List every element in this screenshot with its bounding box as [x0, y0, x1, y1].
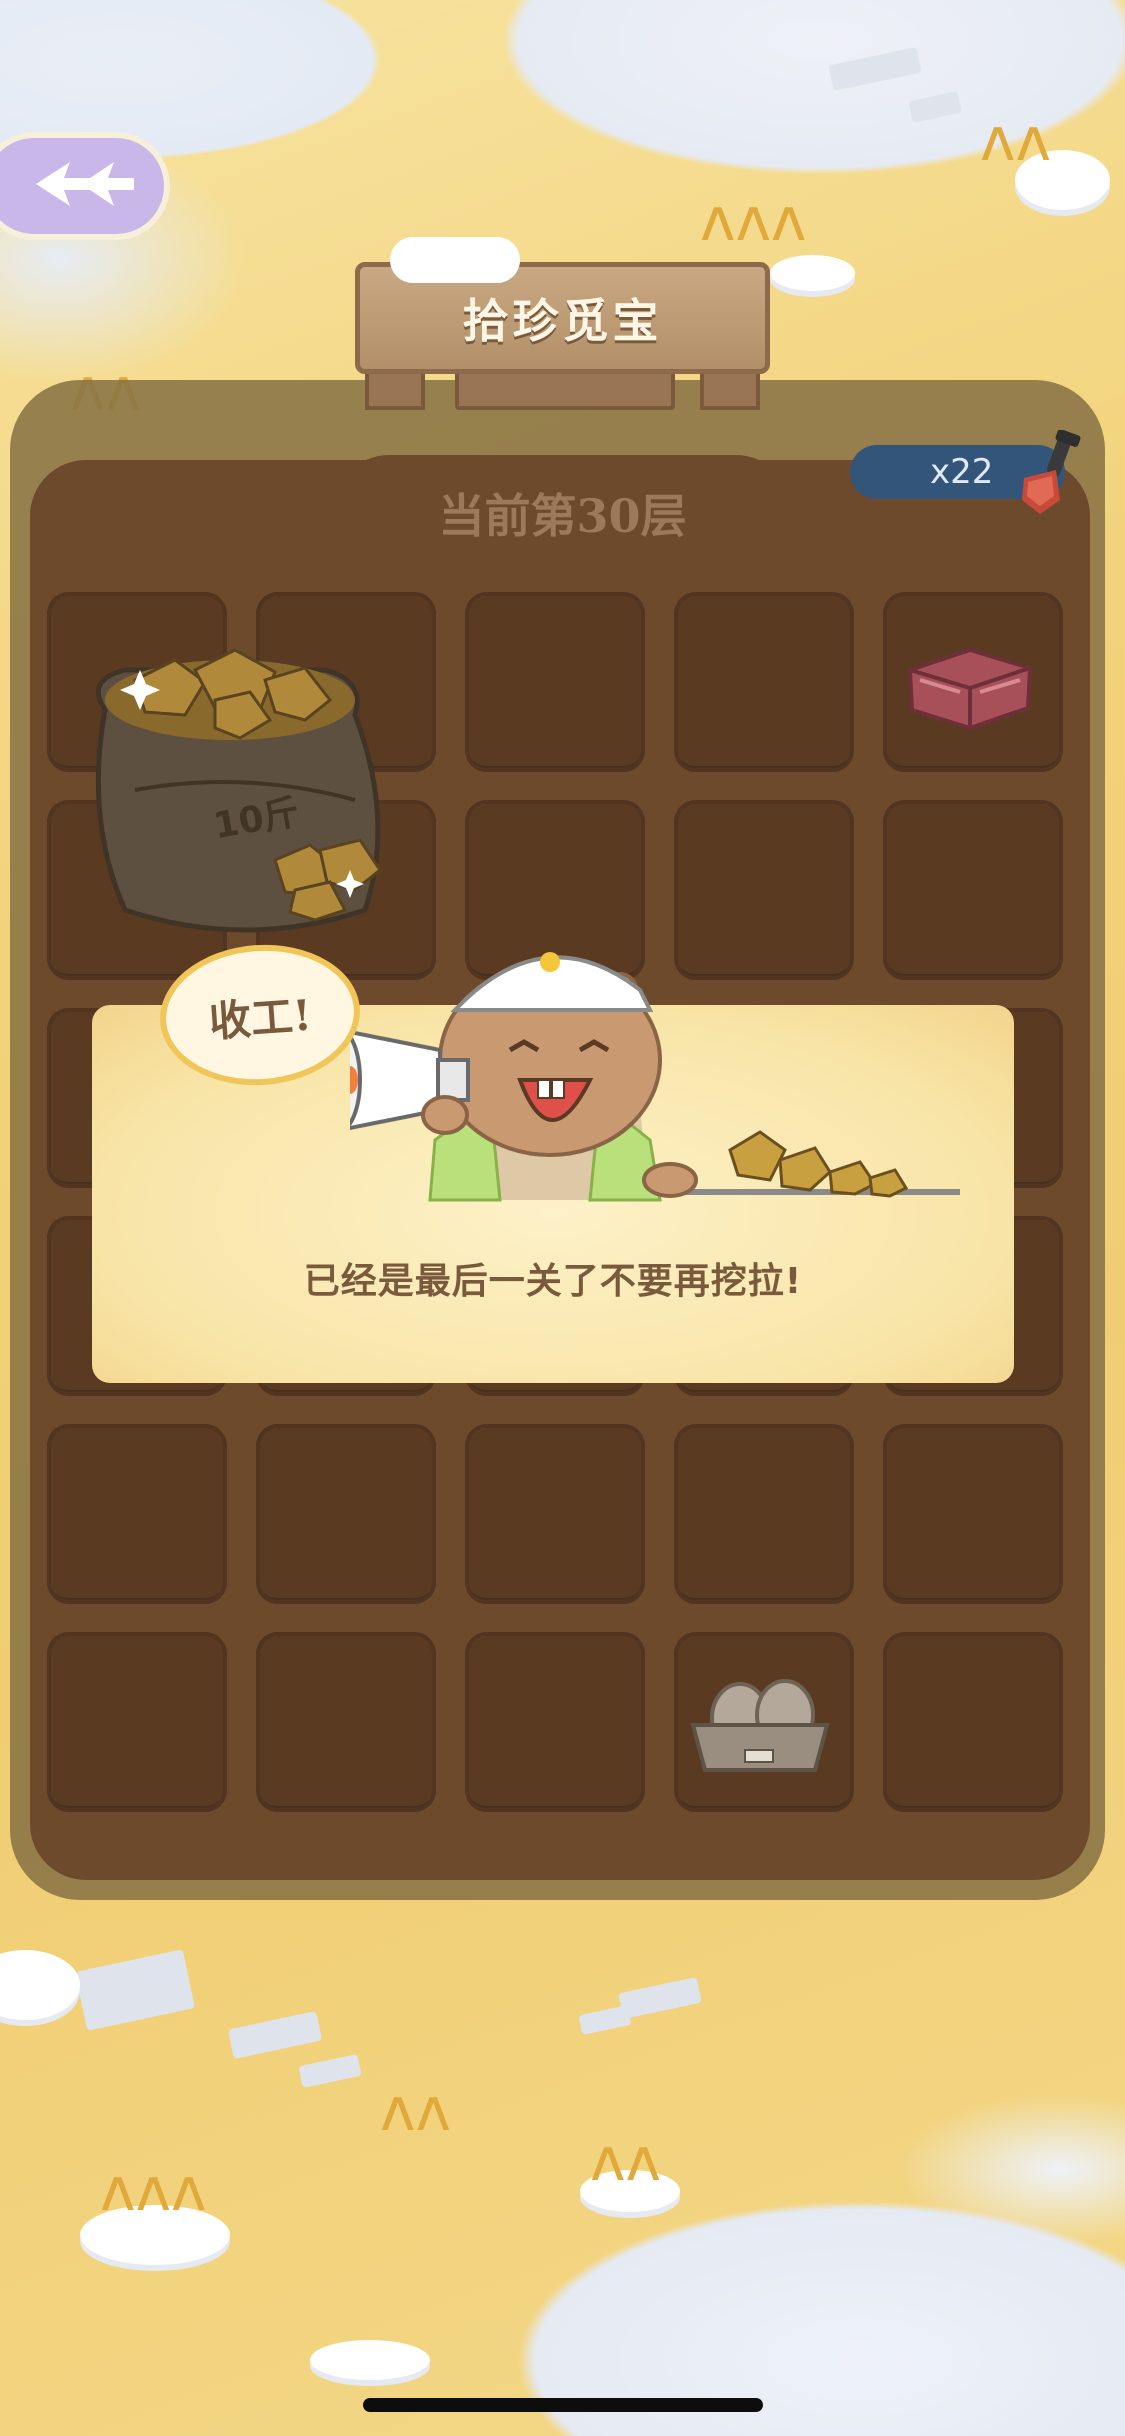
- grass-tuft-icon: ᴧᴧᴧ: [700, 185, 807, 255]
- back-button[interactable]: [0, 132, 170, 240]
- dig-cell[interactable]: [256, 1424, 436, 1604]
- gold-ore-sack-icon: 10斤: [65, 620, 425, 950]
- dig-cell[interactable]: [883, 1424, 1063, 1604]
- grass-tuft-icon: ᴧᴧ: [380, 2075, 452, 2145]
- dig-cell[interactable]: [465, 592, 645, 772]
- snow-puff: [310, 2340, 430, 2380]
- winged-arrow-back-icon: [10, 154, 140, 218]
- speech-bubble-text: 收工!: [207, 989, 314, 1047]
- grass-tuft-icon: ᴧᴧ: [980, 105, 1052, 175]
- dig-cell[interactable]: [465, 1632, 645, 1812]
- grass-tuft-icon: ᴧᴧ: [590, 2125, 662, 2195]
- dig-cell[interactable]: [674, 1424, 854, 1604]
- dig-cell[interactable]: [47, 1632, 227, 1812]
- page-title: 拾珍觅宝: [462, 294, 663, 348]
- home-indicator[interactable]: [363, 2398, 763, 2412]
- egg-tray-icon: [685, 1670, 835, 1780]
- shovel-count: x22: [930, 452, 994, 492]
- shovel-icon: [1010, 429, 1090, 520]
- dig-cell[interactable]: [47, 1424, 227, 1604]
- meat-slab-icon: [900, 630, 1040, 740]
- marmot-megaphone-icon: [318, 910, 970, 1210]
- dig-cell[interactable]: [256, 1632, 436, 1812]
- grass-tuft-icon: ᴧᴧᴧ: [100, 2155, 207, 2225]
- snow-puff: [770, 255, 855, 291]
- dig-cell[interactable]: [883, 1632, 1063, 1812]
- dig-cell[interactable]: [465, 1424, 645, 1604]
- snow-cap: [390, 237, 520, 283]
- level-label: 当前第30层: [438, 489, 687, 543]
- popup-message: 已经是最后一关了不要再挖拉!: [303, 1261, 803, 1302]
- dig-cell[interactable]: [674, 592, 854, 772]
- title-plank: 拾珍觅宝: [355, 237, 770, 374]
